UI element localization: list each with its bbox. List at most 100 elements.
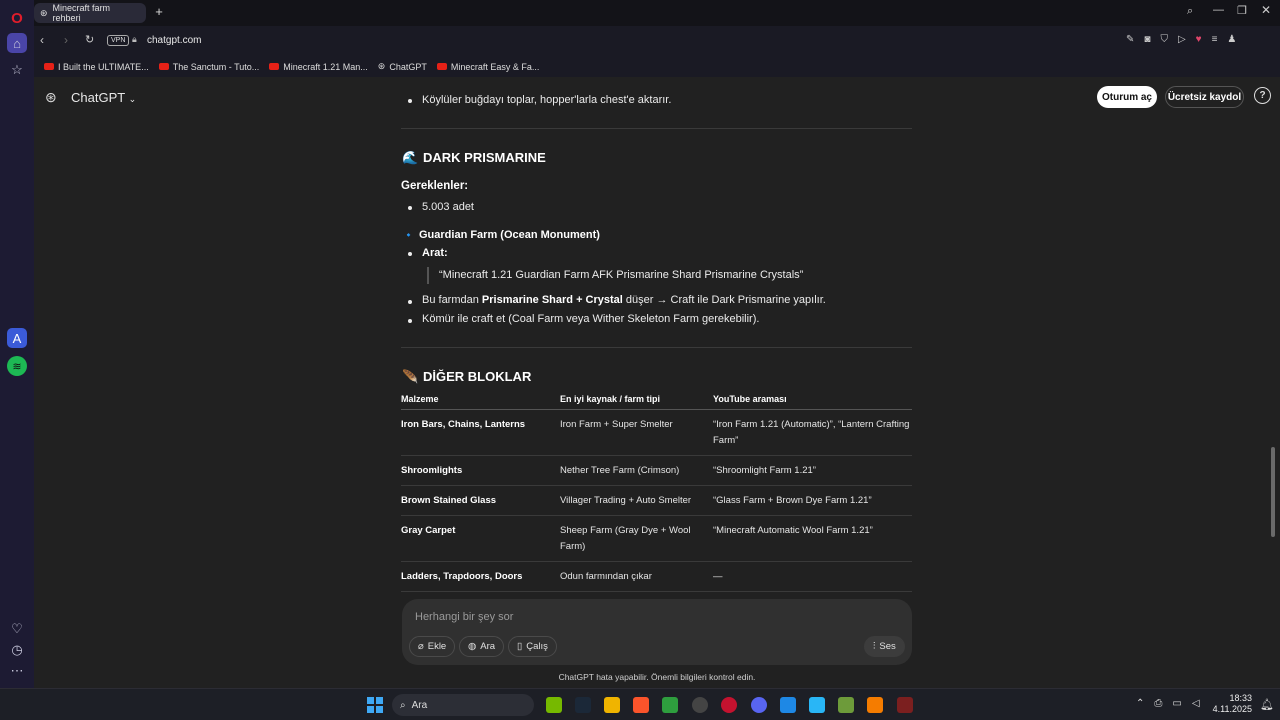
model-selector[interactable]: ChatGPT ⌄ bbox=[71, 90, 136, 105]
file-explorer-icon[interactable] bbox=[604, 697, 620, 713]
app-icon[interactable] bbox=[780, 697, 796, 713]
discord-icon[interactable] bbox=[751, 697, 767, 713]
url-field[interactable]: chatgpt.com bbox=[147, 35, 201, 46]
play-icon[interactable]: ▷ bbox=[1178, 34, 1186, 45]
youtube-icon bbox=[269, 63, 280, 70]
bookmark-item[interactable]: The Sanctum - Tuto... bbox=[158, 62, 259, 72]
blockquote-bar bbox=[427, 267, 429, 284]
home-icon[interactable]: ⌂ bbox=[7, 33, 27, 53]
system-tray: ⌃ ⎙ ▭ ◁ bbox=[1136, 698, 1200, 709]
search-button[interactable]: ◍ Ara bbox=[459, 636, 505, 657]
profile-icon[interactable]: ♟ bbox=[1227, 34, 1236, 45]
game-icon[interactable] bbox=[897, 697, 913, 713]
reload-icon[interactable]: ↻ bbox=[85, 33, 94, 46]
help-icon[interactable]: ? bbox=[1254, 87, 1271, 104]
brave-icon[interactable] bbox=[633, 697, 649, 713]
network-icon[interactable]: ▭ bbox=[1172, 698, 1181, 709]
nvidia-icon[interactable] bbox=[546, 697, 562, 713]
vlc-icon[interactable] bbox=[867, 697, 883, 713]
scrollbar-thumb[interactable] bbox=[1271, 447, 1275, 537]
steam-icon[interactable] bbox=[575, 697, 591, 713]
chevron-up-icon[interactable]: ⌃ bbox=[1136, 698, 1144, 709]
table-cell: “Iron Farm 1.21 (Automatic)”, “Lantern C… bbox=[713, 419, 910, 446]
table-cell: Sheep Farm (Gray Dye + Wool Farm) bbox=[560, 525, 691, 552]
youtube-icon bbox=[44, 63, 54, 70]
table-row-divider bbox=[401, 485, 912, 486]
menu-icon[interactable]: ≡ bbox=[1212, 34, 1218, 45]
spotify-icon[interactable]: ≋ bbox=[7, 356, 27, 376]
signup-button[interactable]: Ücretsiz kaydol bbox=[1165, 86, 1244, 108]
toolbar-icons: ✎ ◙ ⛉ ▷ ♥ ≡ ♟ bbox=[1126, 34, 1236, 45]
table-cell: Shroomlights bbox=[401, 465, 463, 476]
bookmark-item[interactable]: Minecraft Easy & Fa... bbox=[436, 62, 539, 72]
notification-bell-icon[interactable]: 🔔︎ bbox=[1260, 698, 1274, 711]
table-cell: Ladders, Trapdoors, Doors bbox=[401, 571, 523, 582]
star-icon[interactable]: ☆ bbox=[7, 60, 27, 80]
history-icon[interactable]: ◷ bbox=[7, 640, 27, 660]
bookmark-item[interactable]: ⊛ ChatGPT bbox=[378, 61, 427, 72]
footer-disclaimer: ChatGPT hata yapabilir. Önemli bilgileri… bbox=[558, 672, 756, 682]
table-cell: Nether Tree Farm (Crimson) bbox=[560, 465, 680, 476]
table-row-divider bbox=[401, 515, 912, 516]
requirements-label: Gereklenler: bbox=[401, 180, 469, 192]
heart-filled-icon[interactable]: ♥ bbox=[1196, 34, 1202, 45]
table-header: YouTube araması bbox=[713, 394, 787, 404]
table-cell: Iron Bars, Chains, Lanterns bbox=[401, 419, 526, 430]
attach-button[interactable]: ⌀ Ekle bbox=[409, 636, 456, 657]
minecraft-icon[interactable] bbox=[838, 697, 854, 713]
volume-icon[interactable]: ◁ bbox=[1192, 698, 1200, 709]
table-cell: Brown Stained Glass bbox=[401, 495, 497, 506]
browser-sidebar: O ⌂ ☆ A ≋ ♡ ◷ ⋯ bbox=[0, 0, 34, 688]
windows-start-icon[interactable] bbox=[367, 697, 383, 713]
tab-chatgpt[interactable]: ⊛ Minecraft farm rehberi bbox=[34, 3, 146, 23]
farm-title: Guardian Farm (Ocean Monument) bbox=[419, 229, 600, 241]
message-composer: Herhangi bir şey sor ⌀ Ekle ◍ Ara ▯ Çalış ⫶… bbox=[402, 599, 912, 665]
study-button[interactable]: ▯ Çalış bbox=[508, 636, 557, 657]
table-cell: “Glass Farm + Brown Dye Farm 1.21” bbox=[713, 495, 872, 506]
diamond-icon: 🔹 bbox=[403, 230, 415, 240]
shield-icon[interactable]: ⛉ bbox=[1160, 34, 1168, 45]
heart-icon[interactable]: ♡ bbox=[7, 619, 27, 639]
table-header: Malzeme bbox=[401, 394, 439, 404]
forward-icon[interactable]: › bbox=[64, 33, 68, 47]
voice-wave-icon: ⫶ bbox=[873, 641, 876, 652]
youtube-icon bbox=[436, 63, 447, 70]
camera-icon[interactable]: ◙ bbox=[1144, 34, 1150, 45]
back-icon[interactable]: ‹ bbox=[40, 33, 44, 47]
table-cell: Iron Farm + Super Smelter bbox=[560, 419, 673, 430]
bookmark-item[interactable]: Minecraft 1.21 Man... bbox=[269, 62, 368, 72]
requirement-item: 5.003 adet bbox=[422, 201, 474, 213]
xbox-icon[interactable] bbox=[662, 697, 678, 713]
taskbar-search[interactable]: ⌕ Ara bbox=[392, 694, 534, 716]
message-input[interactable]: Herhangi bir şey sor bbox=[415, 611, 513, 623]
edit-icon[interactable]: ✎ bbox=[1126, 34, 1134, 45]
table-cell: “Shroomlight Farm 1.21” bbox=[713, 465, 816, 476]
microphone-icon[interactable]: ⎙ bbox=[1154, 698, 1162, 709]
search-tabs-icon[interactable]: ⌕ bbox=[1187, 5, 1193, 18]
drop-info-text: Bu farmdan Prismarine Shard + Crystal dü… bbox=[422, 294, 826, 306]
minimize-icon[interactable]: — bbox=[1213, 4, 1224, 16]
globe-icon: ◍ bbox=[468, 641, 477, 652]
new-tab-icon[interactable]: + bbox=[152, 5, 166, 19]
divider bbox=[401, 128, 912, 129]
clock[interactable]: 18:33 4.11.2025 bbox=[1212, 693, 1252, 715]
feather-emoji: 🪶 bbox=[402, 369, 419, 384]
photos-icon[interactable] bbox=[809, 697, 825, 713]
wave-emoji: 🌊 bbox=[402, 150, 419, 165]
craft-info-text: Kömür ile craft et (Coal Farm veya Withe… bbox=[422, 313, 760, 325]
voice-button[interactable]: ⫶ Ses bbox=[864, 636, 905, 657]
opera-icon[interactable] bbox=[721, 697, 737, 713]
aria-icon[interactable]: A bbox=[7, 328, 27, 348]
table-row-divider bbox=[401, 591, 912, 592]
bullet bbox=[408, 319, 412, 323]
bullet bbox=[408, 300, 412, 304]
close-window-icon[interactable]: ✕ bbox=[1261, 3, 1271, 17]
vpn-badge[interactable]: VPN bbox=[107, 35, 130, 46]
opera-logo-icon[interactable]: O bbox=[7, 8, 27, 28]
date: 4.11.2025 bbox=[1212, 704, 1252, 714]
bookmark-item[interactable]: I Built the ULTIMATE... bbox=[44, 62, 149, 72]
table-cell: Villager Trading + Auto Smelter bbox=[560, 495, 692, 506]
restore-icon[interactable]: ❐ bbox=[1237, 4, 1247, 17]
settings-icon[interactable] bbox=[692, 697, 708, 713]
login-button[interactable]: Oturum aç bbox=[1097, 86, 1157, 108]
